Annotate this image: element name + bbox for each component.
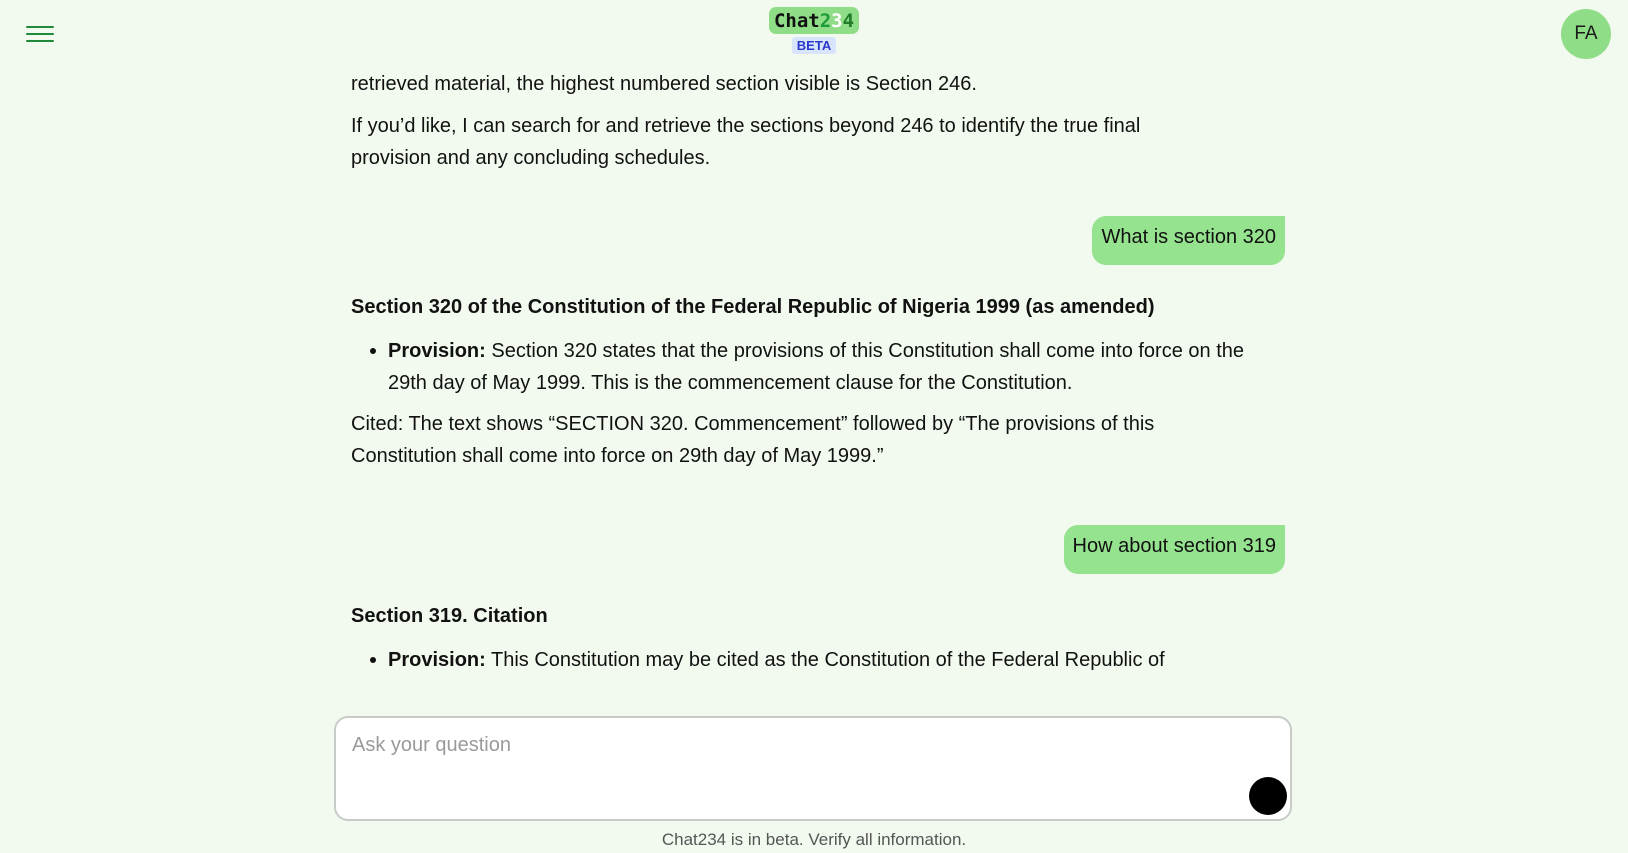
bullet-icon xyxy=(370,348,376,354)
list-item: Provision: Section 320 states that the p… xyxy=(370,335,1270,399)
send-button[interactable] xyxy=(1249,777,1287,815)
beta-badge: BETA xyxy=(792,37,836,54)
list-item-label: Provision: xyxy=(388,649,486,671)
logo[interactable]: Chat234 xyxy=(768,7,860,34)
list-item-body: This Constitution may be cited as the Co… xyxy=(485,649,1165,671)
logo-digit-2: 2 xyxy=(819,10,832,32)
list-item: Provision: This Constitution may be cite… xyxy=(370,644,1270,676)
logo-prefix: Chat xyxy=(773,10,820,32)
list-item-body: Section 320 states that the provisions o… xyxy=(388,340,1244,394)
user-message-text: What is section 320 xyxy=(1101,226,1276,248)
question-input[interactable] xyxy=(350,730,1254,794)
chat-thread[interactable]: retrieved material, the highest numbered… xyxy=(351,64,1285,680)
user-message-bubble: How about section 319 xyxy=(1063,525,1285,574)
user-avatar[interactable]: FA xyxy=(1561,9,1611,59)
chat-app: Chat234 BETA FA retrieved material, the … xyxy=(0,0,1628,853)
beta-disclaimer: Chat234 is in beta. Verify all informati… xyxy=(661,830,967,849)
list-item-text: Provision: This Constitution may be cite… xyxy=(388,644,1270,676)
assistant-citation-text: Cited: The text shows “SECTION 320. Comm… xyxy=(351,413,1155,467)
assistant-message-heading: Section 320 of the Constitution of the F… xyxy=(351,296,1155,318)
user-message-bubble: What is section 320 xyxy=(1092,216,1285,265)
bullet-icon xyxy=(370,657,376,663)
logo-digit-4: 4 xyxy=(842,10,855,32)
logo-digit-3: 3 xyxy=(831,10,843,32)
list-item-label: Provision: xyxy=(388,340,486,362)
list-item-text: Provision: Section 320 states that the p… xyxy=(388,335,1270,399)
brand: Chat234 BETA xyxy=(0,7,1628,54)
assistant-message-heading: Section 319. Citation xyxy=(351,605,548,627)
composer xyxy=(334,716,1292,821)
assistant-message-text: retrieved material, the highest numbered… xyxy=(351,73,977,95)
assistant-message-text: If you’d like, I can search for and retr… xyxy=(351,115,1141,169)
user-message-text: How about section 319 xyxy=(1072,535,1276,557)
